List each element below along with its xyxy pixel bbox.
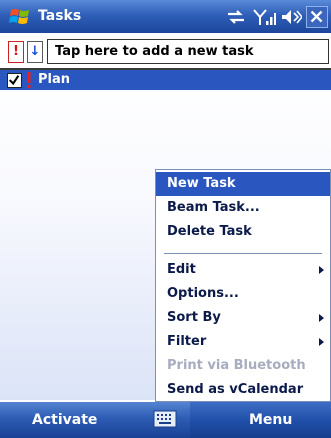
- menu-item-label: Beam Task...: [167, 200, 260, 215]
- app-title: Tasks: [38, 8, 82, 24]
- menu-softkey[interactable]: Menu: [249, 412, 292, 428]
- menu-item-beam-task[interactable]: Beam Task...: [156, 196, 330, 220]
- high-priority-icon: [27, 72, 31, 88]
- menu-item-delete-task[interactable]: Delete Task: [156, 220, 330, 244]
- keyboard-icon[interactable]: [153, 408, 177, 430]
- menu-item-label: Send as vCalendar: [167, 382, 304, 397]
- softkey-bar: Activate Menu: [0, 402, 331, 438]
- close-button[interactable]: [306, 6, 328, 28]
- windows-start-icon[interactable]: [8, 5, 32, 29]
- submenu-arrow-icon: [319, 266, 324, 274]
- submenu-arrow-icon: [319, 338, 324, 346]
- menu-item-edit[interactable]: Edit: [156, 258, 330, 282]
- signal-icon[interactable]: [252, 7, 276, 27]
- check-icon: [8, 75, 20, 86]
- menu-item-label: New Task: [167, 176, 236, 191]
- menu-item-print-via-bluetooth: Print via Bluetooth: [156, 354, 330, 378]
- activate-softkey[interactable]: Activate: [32, 412, 97, 428]
- volume-icon[interactable]: [280, 7, 302, 27]
- priority-high-button[interactable]: !: [8, 41, 24, 63]
- priority-low-button[interactable]: ↓: [27, 41, 43, 63]
- close-icon: [310, 10, 323, 23]
- menu-separator: [164, 253, 322, 254]
- menu-item-sort-by[interactable]: Sort By: [156, 306, 330, 330]
- title-bar: Tasks: [0, 0, 331, 33]
- task-name: Plan: [38, 72, 71, 87]
- new-task-bar: ! ↓: [0, 33, 331, 70]
- menu-item-options[interactable]: Options...: [156, 282, 330, 306]
- menu-item-filter[interactable]: Filter: [156, 330, 330, 354]
- menu-item-label: Options...: [167, 286, 239, 301]
- menu-item-label: Delete Task: [167, 224, 252, 239]
- connectivity-icon[interactable]: [225, 7, 247, 27]
- menu-item-new-task[interactable]: New Task: [156, 172, 330, 196]
- menu-item-label: Print via Bluetooth: [167, 358, 306, 373]
- new-task-input[interactable]: [47, 39, 329, 64]
- task-row[interactable]: Plan: [0, 70, 331, 90]
- menu-item-label: Sort By: [167, 310, 221, 325]
- menu-item-label: Filter: [167, 334, 207, 349]
- menu-item-label: Edit: [167, 262, 196, 277]
- submenu-arrow-icon: [319, 314, 324, 322]
- context-menu: New Task Beam Task... Delete Task Edit O…: [155, 169, 331, 402]
- task-checkbox[interactable]: [7, 73, 22, 88]
- menu-item-send-as-vcalendar[interactable]: Send as vCalendar: [156, 378, 330, 402]
